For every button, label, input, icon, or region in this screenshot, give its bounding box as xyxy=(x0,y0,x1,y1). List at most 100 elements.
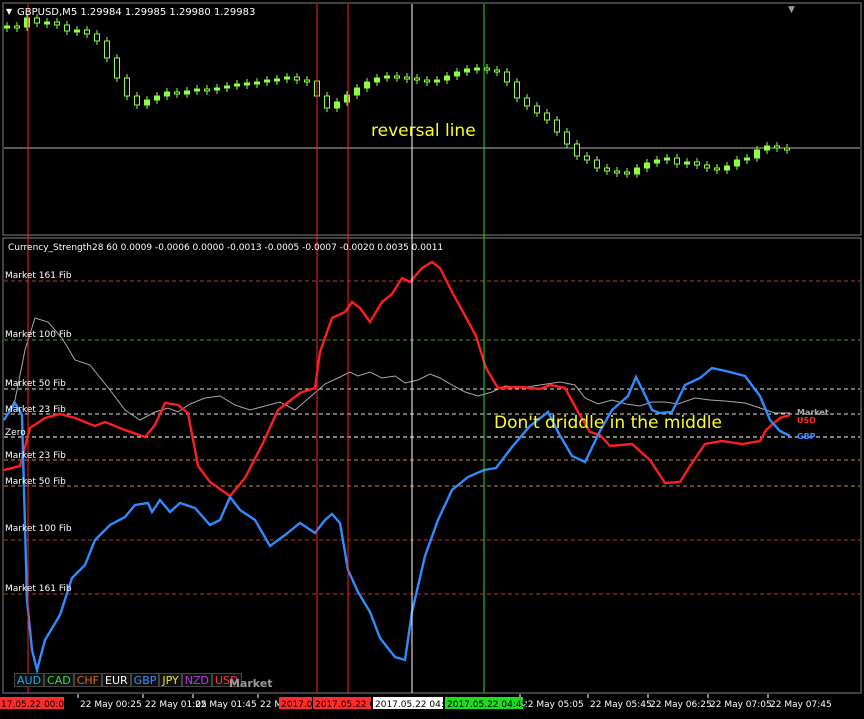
candle-body xyxy=(344,94,350,103)
candle-body xyxy=(514,81,520,99)
fib-level-label: Market 100 Fib xyxy=(5,524,72,534)
candle-body xyxy=(554,119,560,133)
time-tick-label: 22 M xyxy=(260,700,282,710)
time-tick-label: 22 May 01:45 xyxy=(195,700,257,710)
legend-chf[interactable]: CHF xyxy=(73,673,103,687)
candle-body xyxy=(724,165,730,171)
usd-strength-line xyxy=(3,260,791,498)
fib-level-lines xyxy=(4,280,860,595)
candle-body xyxy=(784,147,790,151)
legend-gbp[interactable]: GBP xyxy=(130,673,160,687)
fib-level-label: Market 161 Fib xyxy=(5,271,72,281)
fib-level-label: Market 23 Fib xyxy=(5,405,66,415)
time-highlight-label: 2017.05.22 04:45 xyxy=(447,700,527,710)
candle-body xyxy=(374,77,380,83)
gbp-line-label: GBP xyxy=(797,432,816,441)
candle-body xyxy=(664,157,670,161)
candle-body xyxy=(204,88,210,92)
candle-body xyxy=(704,164,710,169)
time-start-label: 17.05.22 00:00 xyxy=(1,700,70,710)
price-panel-frame xyxy=(2,2,862,236)
candle-body xyxy=(484,67,490,71)
market-strength-line xyxy=(3,317,790,421)
chart-window[interactable]: Market 161 Fib Market 100 Fib Market 50 Fi… xyxy=(0,0,864,715)
candle-body xyxy=(564,131,570,145)
candle-body xyxy=(524,97,530,107)
candle-body xyxy=(184,90,190,95)
time-tick-label: 22 May 05:05 xyxy=(522,700,584,710)
currency-legend: AUD CAD CHF EUR GBP JPY NZD USD xyxy=(14,673,242,687)
candle-body xyxy=(234,83,240,87)
time-tick-label: 22 May 00:25 xyxy=(80,700,142,710)
time-tick-label: 22 May 06:25 xyxy=(650,700,712,710)
candle-body xyxy=(754,149,760,159)
candle-body xyxy=(584,155,590,161)
candle-body xyxy=(594,159,600,169)
candle-body xyxy=(734,159,740,167)
candle-body xyxy=(394,75,400,79)
collapse-triangle-icon[interactable]: ▼ xyxy=(6,7,13,16)
candle-body xyxy=(294,76,300,81)
candle-body xyxy=(774,145,780,149)
candle-body xyxy=(624,171,630,175)
legend-nzd[interactable]: NZD xyxy=(181,673,212,687)
fib-level-label: Market 100 Fib xyxy=(5,330,72,340)
candle-body xyxy=(64,24,70,32)
fib-level-label: Market 23 Fib xyxy=(5,451,66,461)
symbol-header: GBPUSD,M5 1.29984 1.29985 1.29980 1.2998… xyxy=(17,7,255,18)
candle-body xyxy=(54,21,60,26)
candle-body xyxy=(84,29,90,35)
fib-level-label: Market 50 Fib xyxy=(5,379,66,389)
time-highlight-label: 2017.05.22 0 xyxy=(315,700,375,710)
candle-body xyxy=(414,77,420,81)
reversal-annotation: reversal line xyxy=(371,121,476,141)
candle-body xyxy=(304,79,310,83)
candle-body xyxy=(434,79,440,83)
candle-body xyxy=(24,17,30,28)
candle-body xyxy=(764,145,770,151)
candle-body xyxy=(574,143,580,157)
candle-body xyxy=(714,167,720,171)
candle-body xyxy=(264,79,270,83)
candle-body xyxy=(604,167,610,172)
candle-body xyxy=(324,95,330,109)
candle-body xyxy=(34,17,40,24)
time-tick-label: 22 May 05:45 xyxy=(590,700,652,710)
candle-body xyxy=(464,68,470,73)
legend-cad[interactable]: CAD xyxy=(44,673,74,687)
candle-body xyxy=(244,82,250,86)
price-candles xyxy=(4,14,790,178)
legend-jpy[interactable]: JPY xyxy=(159,673,182,687)
candle-body xyxy=(154,95,160,101)
candle-body xyxy=(74,29,80,33)
candle-body xyxy=(124,77,130,97)
fib-level-label: Zero xyxy=(5,428,26,438)
candle-body xyxy=(504,71,510,83)
candle-body xyxy=(94,33,100,42)
usd-line-label: USD xyxy=(797,416,816,425)
legend-market-label: Market xyxy=(229,677,273,690)
candle-body xyxy=(544,112,550,121)
candle-body xyxy=(134,95,140,106)
candle-body xyxy=(214,87,220,91)
candle-body xyxy=(614,170,620,174)
candle-body xyxy=(354,87,360,96)
legend-aud[interactable]: AUD xyxy=(14,673,45,687)
indicator-header: Currency_Strength28 60 0.0009 -0.0006 0.… xyxy=(8,243,443,253)
chart-canvas[interactable]: Market 161 Fib Market 100 Fib Market 50 Fi… xyxy=(0,0,864,715)
indicator-panel-frame xyxy=(2,237,862,694)
legend-eur[interactable]: EUR xyxy=(102,673,131,687)
candle-body xyxy=(274,78,280,82)
fib-level-label: Market 50 Fib xyxy=(5,477,66,487)
candle-body xyxy=(4,25,10,29)
candle-body xyxy=(744,157,750,161)
scroll-shift-icon[interactable]: ▼ xyxy=(788,5,795,15)
candle-body xyxy=(674,157,680,165)
time-highlight-label: 2017.05.22 04:0 xyxy=(375,700,450,710)
time-tick-label: 22 May 07:05 xyxy=(710,700,772,710)
candle-body xyxy=(334,101,340,109)
time-tick-label: 22 May 07:45 xyxy=(770,700,832,710)
candle-body xyxy=(654,159,660,164)
candle-body xyxy=(144,99,150,106)
candle-body xyxy=(534,105,540,114)
